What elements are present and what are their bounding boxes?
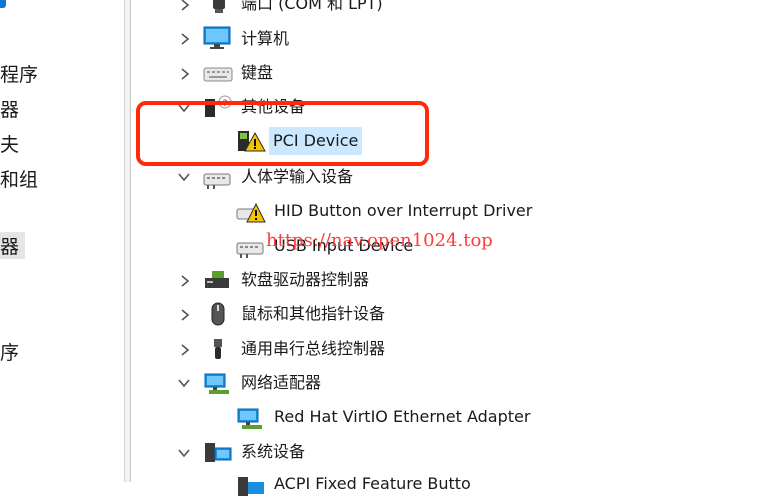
chevron-right-icon[interactable] xyxy=(178,32,192,46)
left-nav-item-selected[interactable]: 器 xyxy=(0,232,26,259)
pane-splitter[interactable] xyxy=(124,0,131,482)
left-nav-item[interactable]: 序 xyxy=(0,338,19,365)
warning-hid-icon xyxy=(236,202,266,223)
chevron-right-icon[interactable] xyxy=(178,308,192,322)
port-icon xyxy=(213,0,225,13)
mouse-icon xyxy=(211,302,225,326)
chevron-right-icon[interactable] xyxy=(178,67,192,81)
tree-item-acpi[interactable]: ACPI Fixed Feature Butto xyxy=(274,472,471,496)
left-nav-item[interactable]: 夫 xyxy=(0,130,19,157)
hid-device-icon xyxy=(236,242,264,258)
tree-item-floppy-controller[interactable]: 软盘驱动器控制器 xyxy=(241,268,369,292)
left-nav-item[interactable]: 器 xyxy=(0,95,19,122)
system-device-icon xyxy=(238,477,264,496)
tree-item-hid[interactable]: 人体学输入设备 xyxy=(241,165,353,189)
network-icon xyxy=(204,373,229,394)
chevron-right-icon[interactable] xyxy=(178,0,192,12)
floppy-controller-icon xyxy=(205,271,229,288)
tree-item-computer[interactable]: 计算机 xyxy=(241,27,289,51)
left-nav-item[interactable]: 程序 xyxy=(0,60,38,87)
keyboard-icon xyxy=(203,67,233,82)
highlight-annotation-box xyxy=(136,101,429,166)
nav-accent-bar xyxy=(0,0,6,8)
chevron-down-icon[interactable] xyxy=(177,170,191,184)
tree-item-hid-button[interactable]: HID Button over Interrupt Driver xyxy=(274,199,532,223)
usb-icon xyxy=(214,339,222,359)
left-nav-item[interactable]: 和组 xyxy=(0,165,38,192)
chevron-down-icon[interactable] xyxy=(177,446,191,460)
chevron-right-icon[interactable] xyxy=(178,274,192,288)
tree-item-network-adapters[interactable]: 网络适配器 xyxy=(241,371,321,395)
network-adapter-icon xyxy=(237,408,262,429)
chevron-right-icon[interactable] xyxy=(178,343,192,357)
tree-item-mouse[interactable]: 鼠标和其他指针设备 xyxy=(241,302,385,326)
tree-item-usb[interactable]: 通用串行总线控制器 xyxy=(241,337,385,361)
monitor-icon xyxy=(203,26,231,49)
chevron-down-icon[interactable] xyxy=(177,376,191,390)
left-nav-pane: 程序 器 夫 和组 器 序 xyxy=(0,0,124,482)
tree-item-keyboard[interactable]: 键盘 xyxy=(241,61,273,85)
hid-icon xyxy=(203,173,231,189)
tree-item-virtio-ethernet[interactable]: Red Hat VirtIO Ethernet Adapter xyxy=(274,405,530,429)
watermark-text: https://nav.open1024.top xyxy=(266,230,493,251)
tree-item-ports[interactable]: 端口 (COM 和 LPT) xyxy=(241,0,383,16)
system-icon xyxy=(205,443,232,462)
tree-item-system-devices[interactable]: 系统设备 xyxy=(241,440,305,464)
